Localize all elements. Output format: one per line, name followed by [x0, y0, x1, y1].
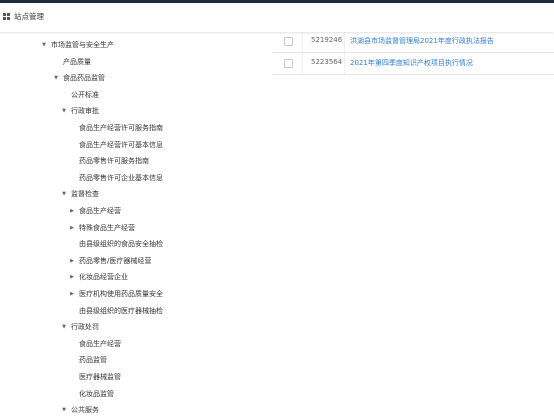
caret-right-icon[interactable]: ▶	[68, 291, 76, 297]
caret-down-icon[interactable]: ▼	[60, 324, 68, 330]
tree-node[interactable]: 药品零售许可服务指南	[68, 154, 149, 168]
tree-node-label: 公共服务	[71, 406, 99, 415]
site-header: 站点管理	[0, 3, 554, 32]
tree-node-label: 食品药品监管	[63, 74, 105, 83]
tree-node[interactable]: 医疗器械监管	[68, 370, 121, 384]
column-divider	[344, 53, 345, 74]
tree-node-label: 市场监管与安全生产	[51, 41, 114, 49]
tree-node[interactable]: 食品生产经营许可基本信息	[68, 138, 163, 152]
table-row: 5219246 洪湖县市场监督管理局2021年度行政执法报告	[272, 31, 554, 53]
tree-node[interactable]: ▼ 市场监管与安全生产	[40, 38, 114, 52]
tree-node[interactable]: 公开标准	[60, 88, 99, 102]
tree-node-label: 由县级组织的医疗器械抽检	[79, 306, 163, 315]
row-checkbox[interactable]	[284, 37, 293, 46]
tree-node[interactable]: 药品监管	[68, 353, 107, 367]
tree-node-label: 公开标准	[71, 90, 99, 99]
column-tree: ▼ 市场监管与安全生产 产品质量 ▼ 食品药品监管 公开标准 ▼ 行政审批 食品生产经营许可服务…	[0, 32, 270, 416]
tree-node-label: 食品生产经营许可基本信息	[79, 140, 163, 149]
tree-node-label: 药品零售许可服务指南	[79, 157, 149, 166]
tree-node[interactable]: 由县级组织的医疗器械抽检	[68, 304, 163, 318]
tree-node-label: 医疗器械监管	[79, 373, 121, 381]
tree-node-label: 监督检查	[71, 190, 99, 199]
tree-node-label: 产品质量	[63, 57, 91, 66]
article-title-link[interactable]: 洪湖县市场监督管理局2021年度行政执法报告	[350, 36, 494, 46]
tree-node-label: 药品零售/医疗器械经营	[79, 256, 152, 265]
grid-icon[interactable]	[3, 13, 10, 20]
tree-node[interactable]: ▶ 化妆品经营企业	[68, 270, 128, 284]
tree-node[interactable]: 食品生产经营许可服务指南	[68, 121, 163, 135]
article-title-link[interactable]: 2021年第四季度知识产权项目执行情况	[350, 58, 473, 68]
table-row: 5223564 2021年第四季度知识产权项目执行情况	[272, 53, 554, 75]
tree-node-label: 食品生产经营	[79, 207, 121, 215]
tree-node[interactable]: 产品质量	[52, 55, 91, 69]
tree-node[interactable]: ▶ 食品生产经营	[68, 204, 121, 218]
row-checkbox[interactable]	[284, 59, 293, 68]
tree-node[interactable]: 药品零售许可企业基本信息	[68, 171, 163, 185]
article-id: 5223564	[311, 58, 343, 66]
tree-node-label: 药品监管	[79, 356, 107, 365]
tree-node-label: 由县级组织的食品安全抽检	[79, 240, 163, 249]
caret-down-icon[interactable]: ▼	[60, 108, 68, 114]
article-id: 5219246	[311, 36, 343, 44]
tree-node-label: 食品生产经营许可服务指南	[79, 124, 163, 132]
tree-node[interactable]: ▼ 公共服务	[60, 403, 99, 417]
column-divider	[302, 53, 303, 74]
caret-right-icon[interactable]: ▶	[68, 208, 76, 214]
tree-node-label: 食品生产经营	[79, 339, 121, 348]
tree-node[interactable]: 由县级组织的食品安全抽检	[68, 237, 163, 251]
tree-node-label: 药品零售许可企业基本信息	[79, 173, 163, 182]
tree-node[interactable]: ▼ 食品药品监管	[52, 71, 105, 85]
tree-node[interactable]: ▼ 行政处罚	[60, 320, 99, 334]
tree-node[interactable]: ▶ 药品零售/医疗器械经营	[68, 254, 151, 268]
tree-node[interactable]: ▼ 行政审批	[60, 104, 99, 118]
tree-node-label: 行政处罚	[71, 323, 99, 332]
tree-node[interactable]: 化妆品监管	[68, 387, 114, 401]
column-divider	[344, 31, 345, 52]
tree-node-label: 医疗机构使用药品质量安全	[79, 290, 163, 298]
caret-right-icon[interactable]: ▶	[68, 258, 76, 264]
caret-down-icon[interactable]: ▼	[60, 407, 68, 413]
caret-down-icon[interactable]: ▼	[60, 191, 68, 197]
tree-node[interactable]: ▼ 监督检查	[60, 187, 99, 201]
tree-node-label: 行政审批	[71, 107, 99, 116]
site-management-title[interactable]: 站点管理	[14, 11, 44, 22]
caret-down-icon[interactable]: ▼	[40, 42, 48, 48]
tree-node-label: 化妆品经营企业	[79, 273, 128, 282]
article-table: 5219246 洪湖县市场监督管理局2021年度行政执法报告 5223564 2021…	[272, 31, 554, 75]
tree-node-label: 化妆品监管	[79, 389, 114, 398]
caret-down-icon[interactable]: ▼	[52, 75, 60, 81]
caret-right-icon[interactable]: ▶	[68, 274, 76, 280]
tree-node-label: 特殊食品生产经营	[79, 223, 135, 232]
tree-node[interactable]: 食品生产经营	[68, 337, 121, 351]
column-divider	[302, 31, 303, 52]
caret-right-icon[interactable]: ▶	[68, 225, 76, 231]
tree-node[interactable]: ▶ 特殊食品生产经营	[68, 221, 135, 235]
tree-node[interactable]: ▶ 医疗机构使用药品质量安全	[68, 287, 163, 301]
